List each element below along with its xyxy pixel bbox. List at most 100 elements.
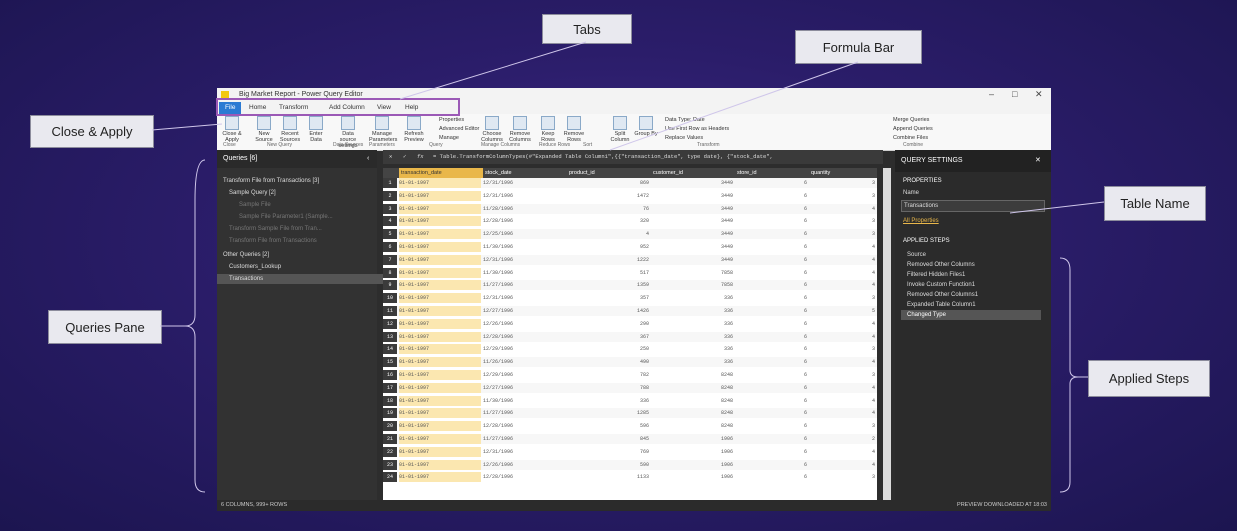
split-column-button[interactable]: Split Column — [607, 116, 633, 143]
table-row[interactable]: 6 01-01-1997 11/30/1996 952 3449 6 4 — [383, 242, 877, 252]
table-cell[interactable]: 6 — [735, 357, 807, 367]
tab-view[interactable]: View — [377, 104, 391, 111]
table-cell[interactable]: 3449 — [651, 191, 733, 201]
table-cell[interactable]: 590 — [567, 460, 649, 470]
manage-parameters-button[interactable]: Manage Parameters — [369, 116, 397, 143]
row-number[interactable]: 6 — [383, 242, 397, 252]
row-number[interactable]: 11 — [383, 306, 397, 316]
table-cell[interactable]: 8248 — [651, 370, 733, 380]
table-cell[interactable]: 336 — [651, 319, 733, 329]
advanced-editor-button[interactable]: Advanced Editor — [439, 126, 479, 132]
table-cell[interactable]: 6 — [735, 396, 807, 406]
table-cell[interactable]: 11/30/1996 — [483, 396, 565, 406]
table-cell[interactable]: 250 — [567, 344, 649, 354]
row-number[interactable]: 8 — [383, 267, 397, 278]
table-cell[interactable]: 6 — [735, 421, 807, 431]
query-folder[interactable]: Sample Query [2] — [217, 188, 389, 198]
table-cell[interactable]: 6 — [735, 216, 807, 226]
table-cell[interactable]: 11/27/1996 — [483, 280, 565, 290]
table-cell[interactable]: 1133 — [567, 472, 649, 482]
table-cell[interactable]: 3449 — [651, 204, 733, 214]
table-cell[interactable]: 11/30/1996 — [483, 242, 565, 252]
table-cell[interactable]: 4 — [809, 332, 875, 342]
table-cell[interactable]: 7858 — [651, 268, 733, 278]
table-cell[interactable]: 3 — [809, 191, 875, 201]
table-row[interactable]: 3 01-01-1997 11/28/1996 76 3449 6 4 — [383, 203, 877, 214]
table-cell[interactable]: 01-01-1997 — [399, 293, 481, 304]
table-cell[interactable]: 3 — [809, 178, 875, 188]
table-row[interactable]: 5 01-01-1997 12/25/1996 4 3449 6 3 — [383, 229, 877, 240]
table-cell[interactable]: 01-01-1997 — [399, 306, 481, 316]
table-cell[interactable]: 845 — [567, 434, 649, 444]
applied-step[interactable]: Invoke Custom Function1 — [901, 280, 1041, 290]
table-cell[interactable]: 3 — [809, 472, 875, 482]
table-cell[interactable]: 1906 — [651, 472, 733, 482]
table-row[interactable]: 4 01-01-1997 12/28/1996 320 3449 6 3 — [383, 216, 877, 227]
table-row[interactable]: 24 01-01-1997 12/28/1996 1133 1906 6 3 — [383, 472, 877, 483]
table-cell[interactable]: 12/29/1996 — [483, 370, 565, 380]
table-cell[interactable]: 1906 — [651, 447, 733, 457]
table-cell[interactable]: 6 — [735, 178, 807, 188]
close-apply-button[interactable]: Close & Apply — [219, 116, 245, 143]
table-cell[interactable]: 12/31/1996 — [483, 447, 565, 457]
table-cell[interactable]: 8248 — [651, 383, 733, 393]
table-cell[interactable]: 01-01-1997 — [399, 318, 481, 329]
applied-step[interactable]: Removed Other Columns — [901, 260, 1041, 270]
combine-files-button[interactable]: Combine Files — [893, 135, 928, 141]
table-cell[interactable]: 4 — [809, 242, 875, 252]
close-settings-icon[interactable]: ✕ — [1035, 150, 1041, 172]
table-cell[interactable]: 01-01-1997 — [399, 421, 481, 432]
table-cell[interactable]: 517 — [567, 268, 649, 278]
row-number[interactable]: 16 — [383, 370, 397, 380]
table-cell[interactable]: 12/31/1996 — [483, 293, 565, 303]
query-item[interactable]: Transform Sample File from Tran... — [217, 224, 389, 234]
table-row[interactable]: 13 01-01-1997 12/28/1996 367 336 6 4 — [383, 331, 877, 342]
table-cell[interactable]: 11/27/1996 — [483, 408, 565, 418]
confirm-icon[interactable]: ✓ — [403, 150, 406, 164]
table-cell[interactable]: 7858 — [651, 280, 733, 290]
table-cell[interactable]: 8248 — [651, 396, 733, 406]
grid-scrollbar[interactable] — [883, 168, 891, 500]
table-cell[interactable]: 11/26/1996 — [483, 357, 565, 367]
table-row[interactable]: 17 01-01-1997 12/27/1996 788 8248 6 4 — [383, 382, 877, 393]
row-number[interactable]: 18 — [383, 395, 397, 406]
table-cell[interactable]: 1285 — [567, 408, 649, 418]
recent-sources-button[interactable]: Recent Sources — [277, 116, 303, 143]
column-header[interactable]: stock_date — [483, 168, 567, 178]
refresh-preview-button[interactable]: Refresh Preview — [401, 116, 427, 143]
row-number[interactable]: 21 — [383, 434, 397, 444]
table-cell[interactable]: 01-01-1997 — [399, 331, 481, 342]
table-row[interactable]: 12 01-01-1997 12/26/1996 290 336 6 4 — [383, 318, 877, 329]
table-cell[interactable]: 12/31/1996 — [483, 255, 565, 265]
table-cell[interactable]: 6 — [735, 204, 807, 214]
table-cell[interactable]: 782 — [567, 370, 649, 380]
table-cell[interactable]: 6 — [735, 344, 807, 354]
table-cell[interactable]: 6 — [735, 268, 807, 278]
table-row[interactable]: 7 01-01-1997 12/31/1996 1222 3449 6 4 — [383, 254, 877, 265]
table-cell[interactable]: 4 — [809, 408, 875, 418]
new-source-button[interactable]: New Source — [251, 116, 277, 143]
table-cell[interactable]: 6 — [735, 447, 807, 457]
choose-columns-button[interactable]: Choose Columns — [479, 116, 505, 143]
applied-step[interactable]: Expanded Table Column1 — [901, 300, 1041, 310]
table-cell[interactable]: 12/27/1996 — [483, 306, 565, 316]
table-cell[interactable]: 12/28/1996 — [483, 472, 565, 482]
table-cell[interactable]: 3449 — [651, 229, 733, 239]
row-number[interactable]: 20 — [383, 421, 397, 432]
table-cell[interactable]: 76 — [567, 204, 649, 214]
table-cell[interactable]: 6 — [735, 319, 807, 329]
keep-rows-button[interactable]: Keep Rows — [535, 116, 561, 143]
table-cell[interactable]: 01-01-1997 — [399, 254, 481, 265]
table-cell[interactable]: 01-01-1997 — [399, 459, 481, 470]
enter-data-button[interactable]: Enter Data — [303, 116, 329, 143]
row-number[interactable]: 3 — [383, 203, 397, 214]
query-item-selected[interactable]: Transactions — [217, 274, 389, 284]
formula-text[interactable]: = Table.TransformColumnTypes(#"Expanded … — [433, 150, 773, 164]
table-cell[interactable]: 6 — [735, 306, 807, 316]
table-cell[interactable]: 11/27/1996 — [483, 434, 565, 444]
table-cell[interactable]: 4 — [809, 319, 875, 329]
table-cell[interactable]: 6 — [735, 242, 807, 252]
table-cell[interactable]: 01-01-1997 — [399, 395, 481, 406]
table-cell[interactable]: 12/27/1996 — [483, 383, 565, 393]
table-cell[interactable]: 336 — [651, 344, 733, 354]
